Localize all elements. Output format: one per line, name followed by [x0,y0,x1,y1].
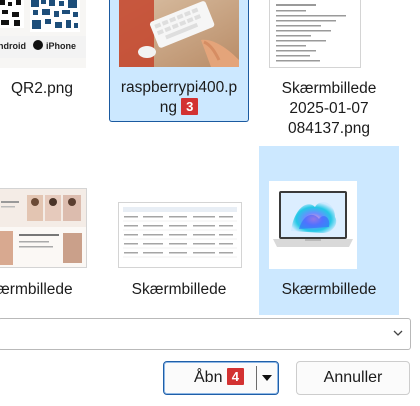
iphone-label: iPhone [46,41,77,51]
file-thumbnail-photo [119,0,239,67]
file-tile-screenshot-website[interactable]: ærmbillede [0,146,100,315]
file-name: Skærmbillede 2025-01-07 084137.png [259,79,399,139]
filename-combobox[interactable] [0,318,411,350]
file-tile-qr2[interactable]: ndroid iPhone QR2.png [0,0,100,120]
file-grid: ndroid iPhone QR2.png raspberrypi400.p n… [0,0,420,315]
file-thumbnail-document [269,0,361,68]
step-badge-4: 4 [226,368,244,385]
chevron-down-icon[interactable] [392,327,404,339]
file-name-line3: 084137.png [288,120,370,137]
caret-down-icon [262,375,272,381]
file-thumbnail-laptop [269,181,357,269]
photo-keyboard-image [119,0,239,67]
file-thumbnail-qr: ndroid iPhone [0,0,86,68]
file-name: QR2.png [10,80,74,97]
open-button[interactable]: Åbn 4 [163,361,279,395]
table-document-image [119,203,241,267]
file-tile-raspberrypi400[interactable]: raspberrypi400.p ng 3 [109,0,249,122]
file-name: raspberrypi400.p ng 3 [110,78,248,118]
open-button-label: Åbn [194,369,223,386]
android-label: ndroid [0,41,26,51]
file-tile-screenshot-laptop[interactable]: Skærmbillede [259,146,399,315]
open-dropdown-arrow[interactable] [256,362,278,394]
file-name: ærmbillede [0,281,73,298]
laptop-windows-image [269,181,357,269]
file-name-line2: ng [159,99,177,116]
website-people-image [0,189,86,267]
file-name-line2: 2025-01-07 [289,100,369,117]
file-thumbnail-website [0,188,87,268]
file-name: Skærmbillede [281,281,377,298]
step-badge-3: 3 [181,98,199,115]
file-name-line1: raspberrypi400.p [120,79,238,96]
file-tile-screenshot-084137[interactable]: Skærmbillede 2025-01-07 084137.png [259,0,399,140]
file-thumbnail-table [118,202,242,268]
open-button-content: Åbn 4 [194,362,244,394]
cancel-button[interactable]: Annuller [296,361,410,395]
file-name: Skærmbillede [131,281,227,298]
qr-code-image [0,0,86,68]
document-list-image [270,0,360,67]
file-name-line1: Skærmbillede [281,80,377,97]
file-tile-screenshot-table[interactable]: Skærmbillede [109,146,249,315]
split-divider [256,366,257,390]
